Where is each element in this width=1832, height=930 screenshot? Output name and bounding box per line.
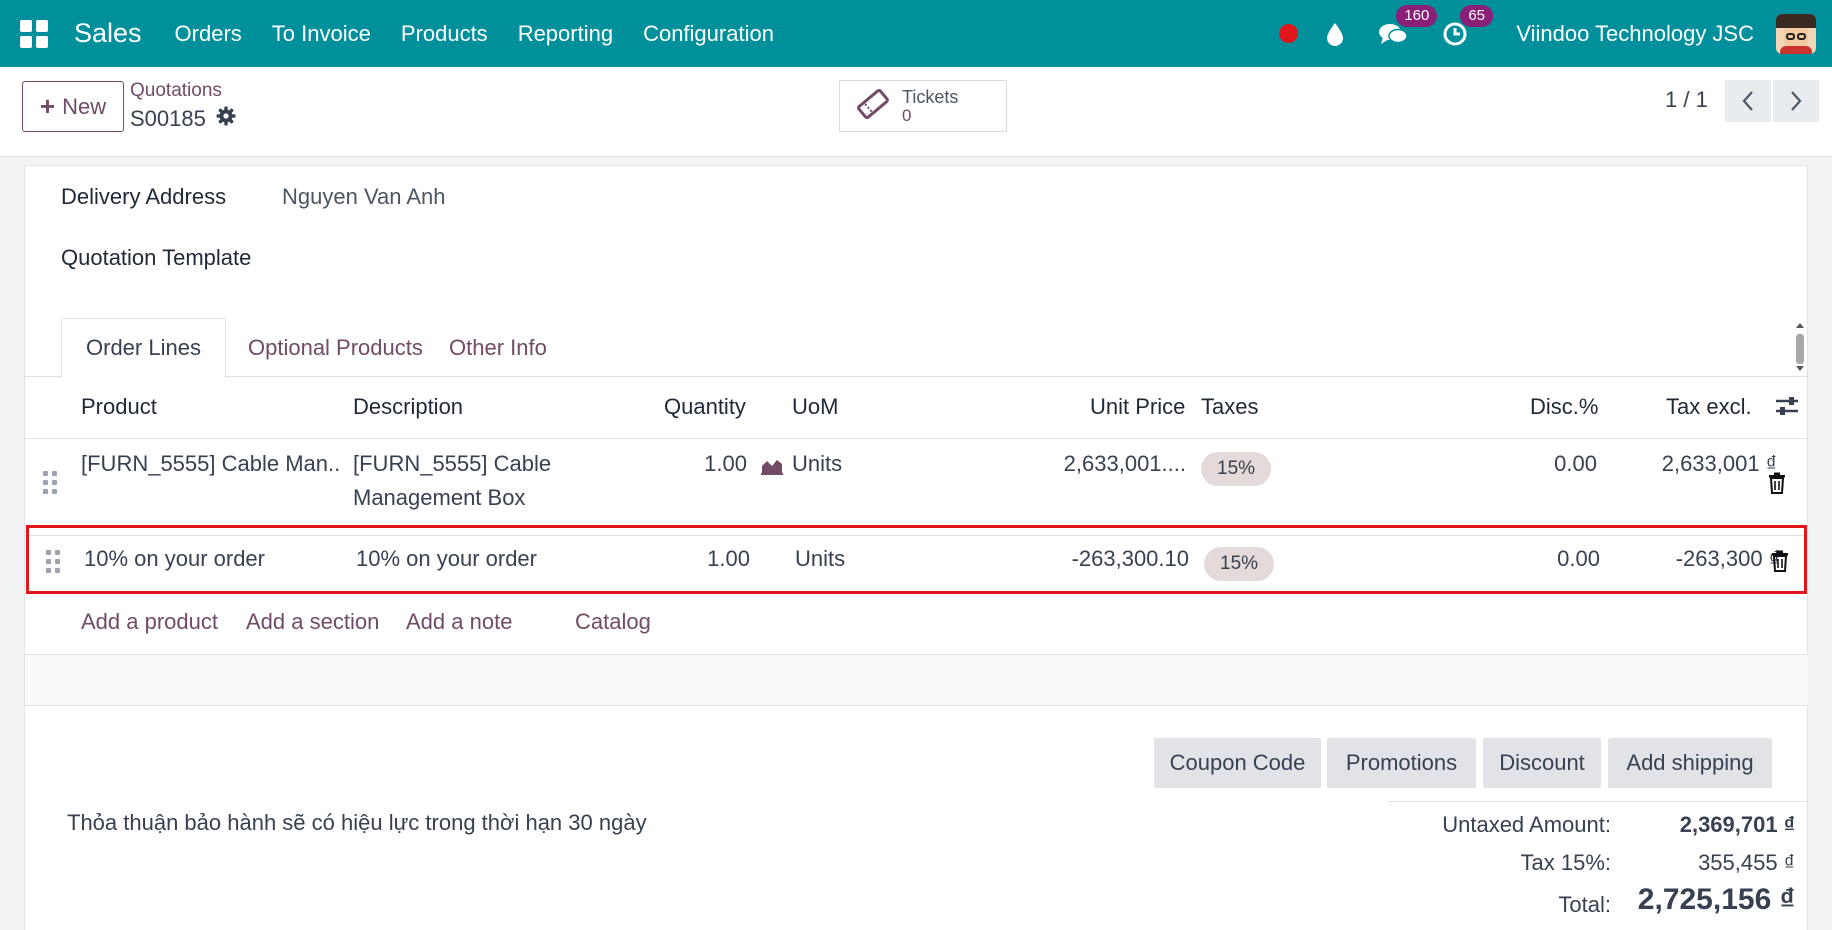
table-row-discount-highlighted[interactable]: 10% on your order 10% on your order 1.00… — [26, 525, 1807, 594]
breadcrumb-quotations[interactable]: Quotations — [130, 80, 222, 102]
line-quantity[interactable]: 1.00 — [630, 542, 750, 576]
chevron-right-icon — [1791, 91, 1802, 111]
plus-icon: + — [39, 91, 56, 121]
trash-icon[interactable] — [1771, 550, 1789, 577]
gear-icon[interactable] — [216, 106, 236, 132]
messages-icon[interactable]: 160 — [1378, 4, 1438, 47]
discount-button[interactable]: Discount — [1483, 738, 1601, 788]
col-taxes[interactable]: Taxes — [1201, 394, 1258, 420]
col-tax-excl[interactable]: Tax excl. — [1666, 394, 1752, 420]
tab-optional-products[interactable]: Optional Products — [224, 318, 447, 378]
record-reference: S00185 — [130, 106, 206, 131]
line-product[interactable]: 10% on your order — [84, 542, 265, 576]
menu-orders[interactable]: Orders — [175, 21, 242, 47]
pager-previous-button[interactable] — [1725, 80, 1771, 122]
catalog-link[interactable]: Catalog — [575, 609, 651, 635]
line-description[interactable]: [FURN_5555] Cable — [353, 447, 551, 481]
tickets-label: Tickets — [902, 87, 959, 107]
ticket-icon — [856, 87, 890, 126]
coupon-code-button[interactable]: Coupon Code — [1154, 738, 1321, 788]
tax-amount-label: Tax 15%: — [1520, 850, 1612, 875]
new-button[interactable]: + New — [22, 81, 124, 132]
recording-dot-icon[interactable] — [1279, 24, 1299, 43]
line-unit-price[interactable]: 2,633,001.... — [1025, 447, 1186, 481]
tax-badge[interactable]: 15% — [1201, 452, 1272, 486]
new-button-label: New — [62, 93, 107, 119]
add-shipping-button[interactable]: Add shipping — [1608, 738, 1772, 788]
top-navbar: Sales Orders To Invoice Products Reporti… — [0, 0, 1832, 67]
col-product[interactable]: Product — [81, 394, 157, 420]
droplet-icon[interactable] — [1326, 22, 1344, 46]
company-switcher[interactable]: Viindoo Technology JSC — [1516, 21, 1754, 47]
line-quantity[interactable]: 1.00 — [627, 447, 747, 481]
tickets-count: 0 — [902, 106, 912, 125]
tab-order-lines[interactable]: Order Lines — [61, 318, 226, 378]
pager-next-button[interactable] — [1773, 80, 1819, 122]
tickets-smart-button[interactable]: Tickets 0 — [839, 80, 1007, 132]
activities-badge: 65 — [1460, 4, 1493, 27]
quotation-template-label: Quotation Template — [61, 245, 252, 270]
delivery-address-label: Delivery Address — [61, 184, 227, 209]
untaxed-amount-value: 2,369,701 ₫ — [1679, 812, 1795, 837]
trash-icon[interactable] — [1768, 472, 1786, 499]
tax-badge[interactable]: 15% — [1204, 547, 1275, 581]
menu-products[interactable]: Products — [401, 21, 488, 47]
line-description[interactable]: 10% on your order — [356, 542, 537, 576]
menu-configuration[interactable]: Configuration — [643, 21, 774, 47]
tab-other-info[interactable]: Other Info — [425, 318, 571, 378]
line-description-cont[interactable]: Management Box — [353, 481, 525, 515]
pager-value[interactable]: 1 / 1 — [1665, 87, 1708, 113]
add-note-link[interactable]: Add a note — [406, 609, 512, 635]
forecast-chart-icon[interactable] — [761, 457, 783, 480]
col-quantity[interactable]: Quantity — [664, 394, 746, 420]
activity-clock-icon[interactable]: 65 — [1442, 4, 1493, 47]
add-section-link[interactable]: Add a section — [246, 609, 379, 635]
line-discount[interactable]: 0.00 — [1445, 447, 1597, 481]
terms-note[interactable]: Thỏa thuận bảo hành sẽ có hiệu lực trong… — [67, 810, 647, 836]
line-subtotal: -263,300 ₫ — [1675, 546, 1780, 571]
line-subtotal: 2,633,001 ₫ — [1661, 451, 1777, 476]
drag-handle-icon[interactable] — [43, 471, 57, 494]
untaxed-amount-label: Untaxed Amount: — [1442, 812, 1611, 837]
line-product[interactable]: [FURN_5555] Cable Man... — [81, 447, 341, 481]
line-unit-price[interactable]: -263,300.10 — [1028, 542, 1189, 576]
column-settings-icon[interactable] — [1774, 394, 1800, 423]
line-uom[interactable]: Units — [795, 542, 845, 576]
notebook-tabs: Order Lines Optional Products Other Info — [25, 318, 1808, 378]
empty-row — [25, 654, 1808, 706]
line-discount[interactable]: 0.00 — [1448, 542, 1600, 576]
drag-handle-icon[interactable] — [46, 550, 60, 573]
control-panel: + New Quotations S00185 Tickets 0 1 / 1 — [0, 67, 1832, 157]
total-value: 2,725,156 ₫ — [1637, 883, 1795, 916]
apps-menu-icon[interactable] — [20, 19, 48, 48]
record-name: S00185 — [130, 106, 236, 132]
messages-badge: 160 — [1396, 4, 1438, 27]
menu-to-invoice[interactable]: To Invoice — [272, 21, 371, 47]
form-sheet: Delivery Address Nguyen Van Anh Quotatio… — [24, 165, 1808, 930]
col-unit-price[interactable]: Unit Price — [1090, 394, 1185, 420]
table-row[interactable]: [FURN_5555] Cable Man... [FURN_5555] Cab… — [25, 439, 1808, 536]
chevron-left-icon — [1742, 91, 1753, 111]
col-uom[interactable]: UoM — [792, 394, 838, 420]
menu-reporting[interactable]: Reporting — [518, 21, 613, 47]
col-discount[interactable]: Disc.% — [1530, 394, 1598, 420]
tax-amount-value: 355,455 ₫ — [1698, 850, 1795, 875]
promotions-button[interactable]: Promotions — [1327, 738, 1476, 788]
line-uom[interactable]: Units — [792, 447, 842, 481]
add-product-link[interactable]: Add a product — [81, 609, 218, 635]
delivery-address-field[interactable]: Nguyen Van Anh — [282, 184, 446, 210]
col-description[interactable]: Description — [353, 394, 463, 420]
app-brand[interactable]: Sales — [74, 18, 142, 49]
scrollbar[interactable] — [1793, 320, 1807, 374]
user-avatar[interactable] — [1776, 13, 1816, 54]
